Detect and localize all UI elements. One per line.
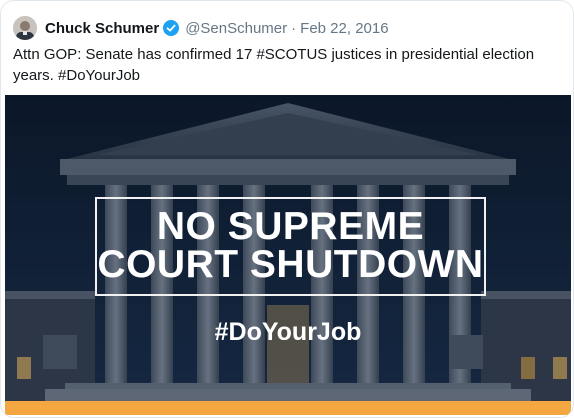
media-accent-strip [5, 401, 571, 415]
avatar[interactable] [13, 16, 37, 40]
tweet-header: Chuck Schumer @SenSchumer · Feb 22, 2016 [13, 15, 389, 41]
tweet-card[interactable]: Chuck Schumer @SenSchumer · Feb 22, 2016… [0, 0, 574, 418]
tweet-date[interactable]: Feb 22, 2016 [300, 20, 388, 37]
verified-badge-icon [163, 20, 180, 36]
tweet-text: Attn GOP: Senate has confirmed 17 #SCOTU… [13, 46, 535, 84]
tweet-media-image[interactable]: NO SUPREME COURT SHUTDOWN #DoYourJob [5, 95, 571, 401]
media-hashtag: #DoYourJob [214, 318, 362, 346]
author-name[interactable]: Chuck Schumer [45, 20, 159, 37]
meta-separator: · [291, 19, 297, 37]
avatar-portrait-icon [13, 16, 37, 40]
media-headline: NO SUPREME COURT SHUTDOWN [97, 205, 484, 286]
author-handle[interactable]: @SenSchumer [185, 20, 287, 37]
headline-frame: NO SUPREME COURT SHUTDOWN [95, 197, 486, 296]
